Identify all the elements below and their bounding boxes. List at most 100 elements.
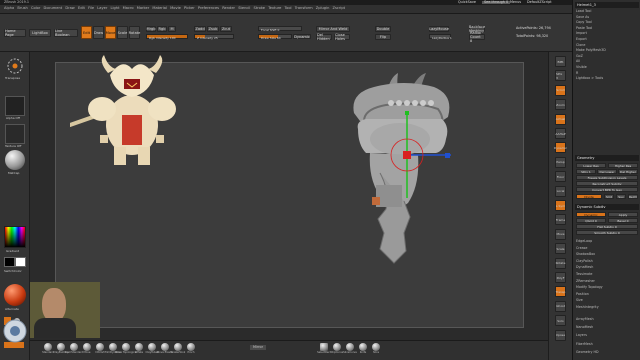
menu-light[interactable]: Light xyxy=(111,6,120,11)
rotate-button[interactable]: Rotate xyxy=(129,26,140,39)
shelf-dynamic-button[interactable]: Dynamic xyxy=(554,142,567,154)
tray-zremesher[interactable]: ZRemesher xyxy=(576,279,638,285)
menu-macro[interactable]: Macro xyxy=(123,6,134,11)
tray-meshintegrity[interactable]: MeshIntegrity xyxy=(576,305,638,311)
menu-zplugin[interactable]: Zplugin xyxy=(316,6,330,11)
tray-fibermesh[interactable]: FiberMesh xyxy=(576,342,638,348)
del-hidden-button[interactable]: Del Hidden xyxy=(316,33,332,41)
double-button[interactable]: Double xyxy=(375,26,391,32)
tray-lightbox-tools[interactable]: Lightbox > Tools xyxy=(576,77,638,82)
menu-layer[interactable]: Layer xyxy=(97,6,107,11)
menu-picker[interactable]: Picker xyxy=(184,6,195,11)
close-holes-button[interactable]: Close Holes xyxy=(334,33,350,41)
tool-slicecurve[interactable]: SliceCurve xyxy=(343,343,357,355)
tray-visible[interactable]: Visible xyxy=(576,65,638,71)
lazy-radius-slider[interactable]: LazyRadius 1 xyxy=(429,34,452,40)
tray-position[interactable]: Position xyxy=(576,292,638,298)
alpha-off-button[interactable] xyxy=(5,96,25,116)
move-button[interactable]: Move xyxy=(105,26,116,39)
brush-move-elastic[interactable]: Move Elastic xyxy=(157,343,173,355)
brush-inflate[interactable]: Inflate xyxy=(133,343,145,355)
shelf-xpose-button[interactable]: Xpose xyxy=(555,329,566,341)
focal-shift-slider[interactable]: Focal Shift 0 xyxy=(258,26,302,32)
qgrid-slider[interactable]: QGrid 0 xyxy=(576,218,606,223)
gizmo-3d[interactable] xyxy=(371,93,471,213)
tray-tessimate[interactable]: Tessimate xyxy=(576,272,638,278)
brush-move[interactable]: Move xyxy=(81,343,93,355)
tray-shadowbox[interactable]: ShadowBox xyxy=(576,253,638,258)
texture-off-button[interactable] xyxy=(5,124,25,144)
suv-button[interactable]: Suv xyxy=(616,194,626,199)
menu-alpha[interactable]: Alpha xyxy=(4,6,14,11)
tray-geometry-hd[interactable]: Geometry HD xyxy=(576,350,638,356)
menu-preferences[interactable]: Preferences xyxy=(198,6,219,11)
shelf-actual-button[interactable]: Actual xyxy=(555,113,566,125)
dynamic-button[interactable]: Dynamic xyxy=(293,34,311,39)
apply-subdiv-button[interactable]: Apply xyxy=(608,212,638,217)
shelf-scroll-button[interactable]: Scroll xyxy=(555,84,566,96)
tray-dynamesh[interactable]: DynaMesh xyxy=(576,266,638,271)
shelf-zoom-button[interactable]: Zoom xyxy=(555,99,566,111)
lower-res-button[interactable]: Lower Res xyxy=(576,163,606,168)
flat-subdiv-slider[interactable]: Flat Subdiv 0 xyxy=(576,224,638,229)
live-boolean-button[interactable]: Live Boolean xyxy=(54,29,78,37)
bevel-slider[interactable]: Bevel 0 xyxy=(608,218,638,223)
shelf-floor-button[interactable]: Floor xyxy=(555,171,566,183)
zadd-button[interactable]: Zadd xyxy=(194,26,206,32)
mirror-weld-button[interactable]: Mirror And Weld xyxy=(316,26,350,32)
del-lower-button[interactable]: Del Lower xyxy=(597,169,617,174)
smooth-subdiv-slider[interactable]: Smooth Subdiv 0 xyxy=(576,230,638,235)
menu-zscript[interactable]: Zscript xyxy=(333,6,345,11)
freeze-subdiv-button[interactable]: Freeze SubDivision Levels xyxy=(576,175,638,180)
menu-brush[interactable]: Brush xyxy=(17,6,27,11)
shelf-transp-button[interactable]: Transp xyxy=(555,286,566,298)
shelf-spix-3-button[interactable]: SPix 3 xyxy=(555,70,566,82)
tool-knife[interactable]: Knife xyxy=(357,343,369,355)
see-through-slider[interactable]: See-through 0 xyxy=(482,0,511,4)
shelf-local-button[interactable]: Local xyxy=(555,185,566,197)
edit-button[interactable]: Edit xyxy=(81,26,92,39)
menu-stencil[interactable]: Stencil xyxy=(238,6,250,11)
tool-palette-header[interactable]: Helmet1_3 xyxy=(575,2,639,8)
menu-texture[interactable]: Texture xyxy=(268,6,281,11)
menu-material[interactable]: Material xyxy=(152,6,167,11)
menu-render[interactable]: Render xyxy=(222,6,235,11)
menu-file[interactable]: File xyxy=(88,6,94,11)
tool-clipcurve[interactable]: ClipCurve xyxy=(331,343,343,355)
tool-selectrect[interactable]: SelectRect xyxy=(317,343,331,355)
tray-nanomesh[interactable]: NanoMesh xyxy=(576,326,638,331)
menu-marker[interactable]: Marker xyxy=(137,6,149,11)
lightbox-button[interactable]: LightBox xyxy=(29,29,51,37)
radial-count-button[interactable]: Radial Count 8 xyxy=(469,31,485,43)
scale-button[interactable]: Scale xyxy=(117,26,128,39)
tray-goz[interactable]: GoZ xyxy=(576,54,638,60)
tray-crease[interactable]: Crease xyxy=(576,246,638,252)
shelf-rotate-button[interactable]: Rotate xyxy=(555,257,566,269)
reuv-button[interactable]: ReUV xyxy=(628,194,638,199)
higher-res-button[interactable]: Higher Res xyxy=(608,163,638,168)
quicksave-button[interactable]: QuickSave xyxy=(458,0,476,4)
tray-size[interactable]: Size xyxy=(576,299,638,304)
primary-color-swatch[interactable] xyxy=(15,257,26,267)
menus-button[interactable]: Menus xyxy=(510,0,521,4)
menu-draw[interactable]: Draw xyxy=(65,6,74,11)
shelf-solo-button[interactable]: Solo xyxy=(555,315,566,327)
dynamic-subdiv-toggle[interactable]: Dynamic xyxy=(576,212,606,217)
secondary-color-swatch[interactable] xyxy=(4,257,15,267)
draw-button[interactable]: Draw xyxy=(93,26,104,39)
brush-snakehook[interactable]: SnakeHook xyxy=(171,343,185,355)
zcut-button[interactable]: Zcut xyxy=(220,26,232,32)
menu-edit[interactable]: Edit xyxy=(78,6,85,11)
tray-layers[interactable]: Layers xyxy=(576,334,638,339)
tray-claypolish[interactable]: ClayPolish xyxy=(576,259,638,265)
rgb-intensity-slider[interactable]: Rgb Intensity 100 xyxy=(146,34,188,40)
shelf-move-button[interactable]: Move xyxy=(555,228,566,240)
shelf-persp-button[interactable]: Persp xyxy=(555,156,566,168)
shelf-bpr-button[interactable]: BPR xyxy=(555,56,566,67)
menu-color[interactable]: Color xyxy=(31,6,40,11)
reconstruct-subdiv-button[interactable]: Reconstruct Subdiv xyxy=(576,181,638,186)
transpose-icon[interactable] xyxy=(5,56,25,76)
brush-damstandard[interactable]: DamStandard xyxy=(65,343,83,355)
rgb-button[interactable]: Rgb xyxy=(157,26,167,32)
dynamic-subdiv-header[interactable]: Dynamic Subdiv xyxy=(575,204,639,210)
